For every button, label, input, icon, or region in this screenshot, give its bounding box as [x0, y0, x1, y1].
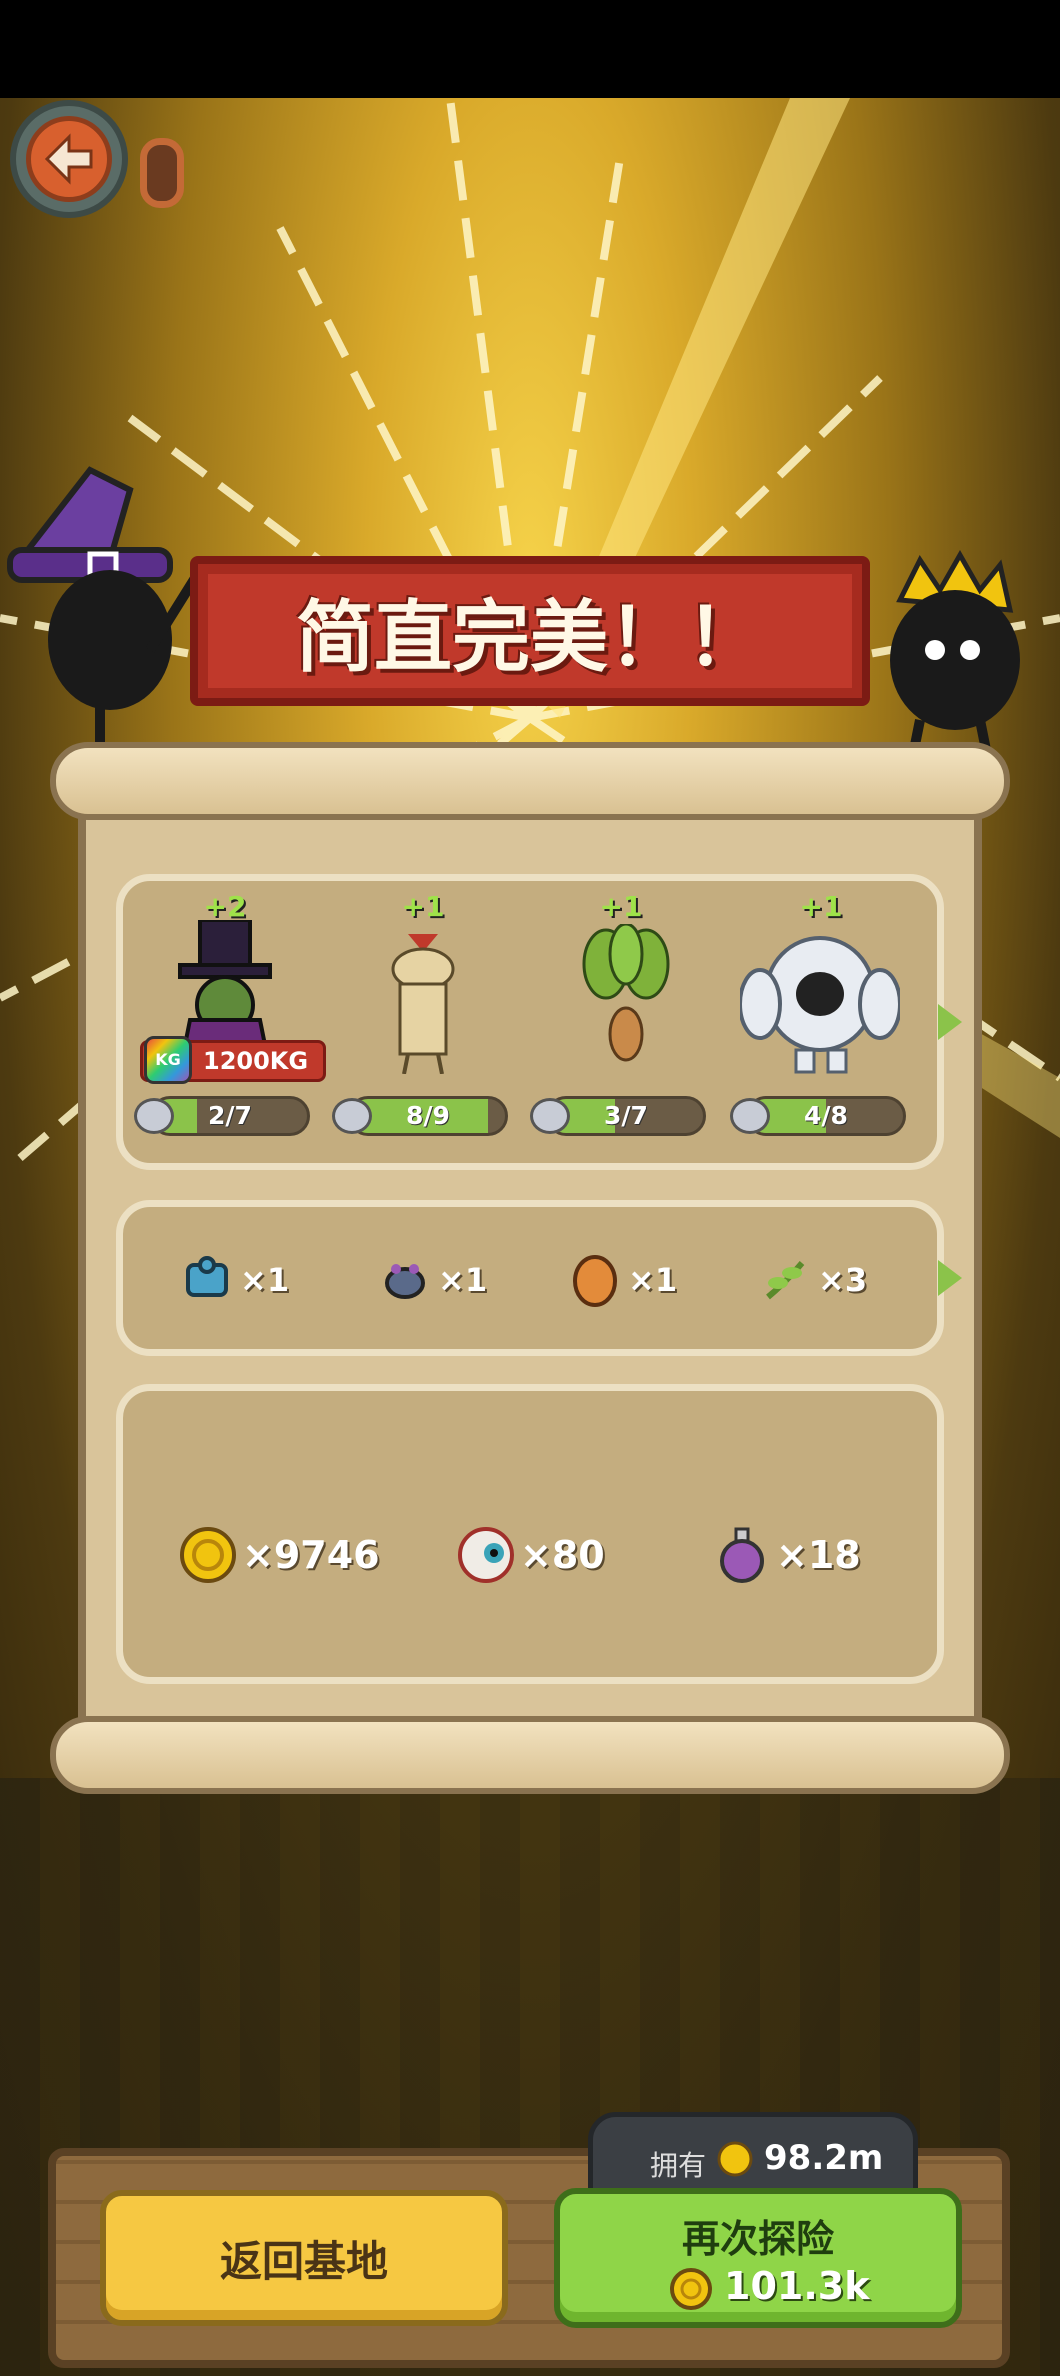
monster-card-yeti[interactable]: +1 4/8 — [730, 890, 906, 1160]
monster-progress-bar: 3/7 — [546, 1096, 706, 1136]
crown-character-icon — [890, 549, 1020, 770]
explore-again-button[interactable]: 再次探险 101.3k — [554, 2188, 962, 2328]
witch-hat-character-icon — [7, 466, 200, 750]
monster-progress-bar: 4/8 — [746, 1096, 906, 1136]
resource-count: ×9746 — [242, 1533, 380, 1577]
item-count: ×1 — [438, 1261, 488, 1299]
item-reward[interactable]: ×1 — [568, 1250, 677, 1310]
eyeball-icon — [458, 1527, 514, 1583]
gold-coin-icon — [717, 2141, 753, 2177]
skull-icon — [730, 1098, 770, 1134]
item-reward[interactable]: ×1 — [180, 1250, 289, 1310]
monster-plus: +2 — [203, 890, 247, 923]
monster-card-mandrake[interactable]: +1 3/7 — [530, 890, 706, 1160]
gold-coin-icon — [180, 1527, 236, 1583]
blue-puzzle-icon — [186, 1256, 228, 1297]
resource-reward: ×18 — [712, 1520, 861, 1590]
scroll-top-roll — [50, 742, 1010, 820]
monster-progress-text: 3/7 — [604, 1101, 648, 1130]
item-reward[interactable]: ×3 — [758, 1250, 867, 1310]
skull-icon — [134, 1098, 174, 1134]
explore-again-label: 再次探险 — [681, 2217, 834, 2261]
back-button[interactable] — [10, 100, 128, 218]
monster-plus: +1 — [401, 890, 445, 923]
monster-card-straw-king[interactable]: +1 8/9 — [332, 890, 508, 1160]
item-count: ×1 — [628, 1261, 678, 1299]
scroll-bottom-roll — [50, 1716, 1010, 1794]
explore-again-cost: 101.3k — [724, 2264, 870, 2308]
monster-progress-text: 2/7 — [208, 1101, 252, 1130]
straw-king-monster-icon — [391, 934, 455, 1074]
result-title: 简直完美！！ — [295, 593, 764, 683]
item-count: ×1 — [240, 1261, 290, 1299]
resource-count: ×18 — [776, 1533, 861, 1577]
mandrake-monster-icon — [582, 924, 670, 1062]
item-reward[interactable]: ×1 — [378, 1250, 487, 1310]
monster-card-wizard[interactable]: +2 2/7 — [134, 890, 310, 1160]
skull-icon — [530, 1098, 570, 1134]
scroll-right-arrow-icon[interactable] — [938, 1004, 962, 1040]
owned-value: 98.2m — [764, 2138, 884, 2178]
resource-reward: ×80 — [456, 1520, 605, 1590]
monster-progress-text: 8/9 — [406, 1101, 450, 1130]
return-base-label: 返回基地 — [219, 2236, 388, 2286]
monster-progress-bar: 2/7 — [150, 1096, 310, 1136]
monster-plus: +1 — [799, 890, 843, 923]
skull-icon — [332, 1098, 372, 1134]
owned-label: 拥有 — [650, 2149, 707, 2182]
purple-potion-icon — [720, 1527, 764, 1583]
return-base-button[interactable]: 返回基地 — [100, 2190, 508, 2326]
yeti-monster-icon — [740, 936, 900, 1074]
orange-egg-icon — [573, 1255, 617, 1307]
monster-plus: +1 — [599, 890, 643, 923]
gear-ornament-icon — [140, 138, 184, 208]
monster-progress-text: 4/8 — [804, 1101, 848, 1130]
scroll-right-arrow-icon[interactable] — [938, 1260, 962, 1296]
kg-weight-icon: KG — [144, 1036, 192, 1084]
gold-coin-icon — [670, 2268, 712, 2310]
monster-progress-bar: 8/9 — [348, 1096, 508, 1136]
resource-count: ×80 — [520, 1533, 605, 1577]
beetle-icon — [385, 1264, 425, 1299]
back-arrow-icon — [26, 116, 112, 202]
result-banner: 简直完美！！ — [190, 556, 870, 706]
green-sprout-icon — [766, 1261, 805, 1300]
resource-reward: ×9746 — [178, 1520, 380, 1590]
item-count: ×3 — [818, 1261, 868, 1299]
